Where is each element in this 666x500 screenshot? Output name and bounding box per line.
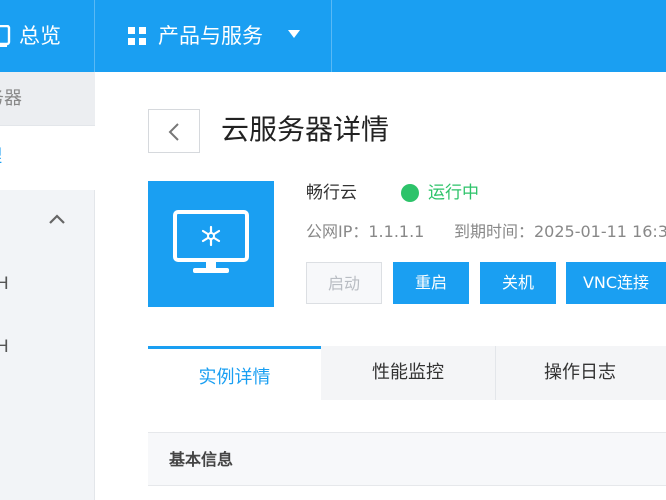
nav-overview-label: 总览: [19, 24, 61, 48]
public-ip: 公网IP：1.1.1.1: [306, 222, 425, 241]
sidebar-group-header[interactable]: 务器: [0, 72, 95, 126]
sidebar: 务器 理 H H: [0, 72, 95, 500]
home-icon: [0, 25, 11, 47]
sidebar-item-1[interactable]: H: [0, 274, 9, 294]
restart-button[interactable]: 重启: [393, 262, 469, 304]
page-title: 云服务器详情: [221, 113, 390, 146]
server-thumbnail: [148, 181, 274, 307]
section-title: 基本信息: [169, 450, 234, 469]
monitor-icon: [173, 210, 249, 273]
top-navigation-bar: 总览 产品与服务: [0, 0, 666, 72]
detail-tabs: 实例详情 性能监控 操作日志: [148, 346, 666, 400]
back-button[interactable]: [148, 109, 200, 153]
status-badge: 运行中: [428, 183, 479, 203]
tab-performance-monitoring[interactable]: 性能监控: [321, 346, 495, 400]
sidebar-active-label: 理: [0, 146, 2, 168]
chevron-up-icon[interactable]: [48, 213, 66, 225]
status-dot-icon: [401, 184, 419, 202]
nav-products-label: 产品与服务: [158, 24, 263, 48]
basic-info-section: 基本信息: [148, 432, 666, 486]
expiration-time: 到期时间：2025-01-11 16:31: [454, 222, 666, 241]
tab-operation-logs[interactable]: 操作日志: [495, 346, 665, 400]
nav-overview[interactable]: 总览: [0, 0, 95, 72]
sidebar-item-active[interactable]: 理: [0, 126, 95, 190]
shutdown-button[interactable]: 关机: [480, 262, 556, 304]
chevron-left-icon: [168, 123, 179, 141]
start-button: 启动: [306, 262, 382, 304]
sidebar-header-label: 务器: [0, 88, 22, 109]
instance-name: 畅行云: [306, 183, 357, 203]
grid-icon: [128, 27, 146, 45]
tab-instance-details[interactable]: 实例详情: [148, 346, 321, 400]
chevron-down-icon: [288, 30, 300, 38]
vnc-connect-button[interactable]: VNC连接: [566, 262, 666, 304]
sidebar-item-2[interactable]: H: [0, 337, 9, 357]
nav-products-services[interactable]: 产品与服务: [95, 0, 332, 72]
